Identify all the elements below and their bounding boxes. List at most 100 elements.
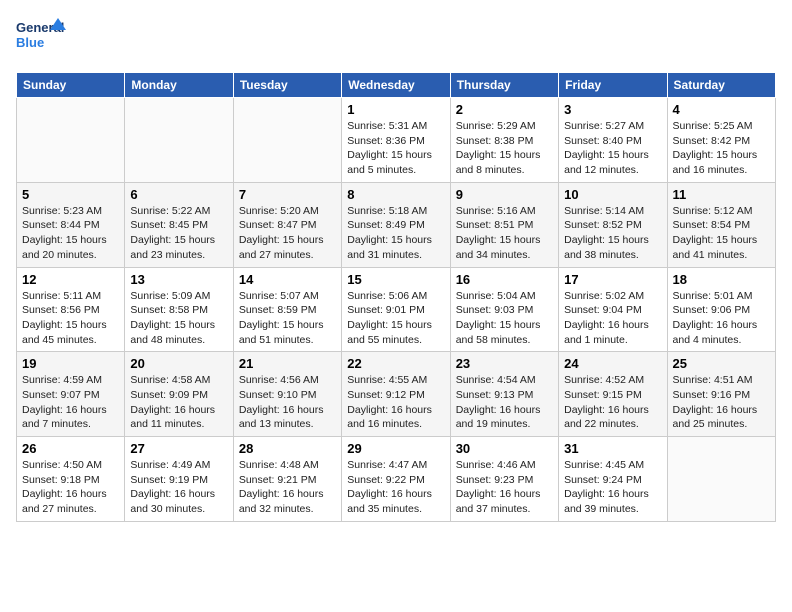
day-number: 11 [673, 187, 770, 202]
calendar-cell: 16 Sunrise: 5:04 AMSunset: 9:03 PMDayligh… [450, 267, 558, 352]
day-number: 1 [347, 102, 444, 117]
day-info: Sunrise: 5:14 AMSunset: 8:52 PMDaylight:… [564, 204, 661, 263]
day-number: 20 [130, 356, 227, 371]
calendar-cell: 23 Sunrise: 4:54 AMSunset: 9:13 PMDayligh… [450, 352, 558, 437]
day-info: Sunrise: 5:06 AMSunset: 9:01 PMDaylight:… [347, 289, 444, 348]
day-info: Sunrise: 5:23 AMSunset: 8:44 PMDaylight:… [22, 204, 119, 263]
calendar-table: SundayMondayTuesdayWednesdayThursdayFrid… [16, 72, 776, 522]
calendar-cell [667, 437, 775, 522]
header-sunday: Sunday [17, 73, 125, 98]
calendar-body: 1 Sunrise: 5:31 AMSunset: 8:36 PMDaylight… [17, 98, 776, 522]
calendar-cell: 17 Sunrise: 5:02 AMSunset: 9:04 PMDayligh… [559, 267, 667, 352]
day-number: 16 [456, 272, 553, 287]
calendar-cell: 8Sunrise: 5:18 AMSunset: 8:49 PMDaylight… [342, 182, 450, 267]
calendar-cell: 7 Sunrise: 5:20 AMSunset: 8:47 PMDaylight… [233, 182, 341, 267]
header-tuesday: Tuesday [233, 73, 341, 98]
day-info: Sunrise: 4:55 AMSunset: 9:12 PMDaylight:… [347, 373, 444, 432]
calendar-cell: 18 Sunrise: 5:01 AMSunset: 9:06 PMDayligh… [667, 267, 775, 352]
logo-svg: General Blue [16, 16, 66, 60]
calendar-cell: 28Sunrise: 4:48 AMSunset: 9:21 PMDayligh… [233, 437, 341, 522]
calendar-cell: 11 Sunrise: 5:12 AMSunset: 8:54 PMDayligh… [667, 182, 775, 267]
calendar-cell: 10 Sunrise: 5:14 AMSunset: 8:52 PMDayligh… [559, 182, 667, 267]
day-info: Sunrise: 4:45 AMSunset: 9:24 PMDaylight:… [564, 458, 661, 517]
day-info: Sunrise: 5:20 AMSunset: 8:47 PMDaylight:… [239, 204, 336, 263]
day-number: 27 [130, 441, 227, 456]
calendar-cell: 9Sunrise: 5:16 AMSunset: 8:51 PMDaylight… [450, 182, 558, 267]
day-number: 19 [22, 356, 119, 371]
day-info: Sunrise: 4:50 AMSunset: 9:18 PMDaylight:… [22, 458, 119, 517]
day-number: 22 [347, 356, 444, 371]
day-number: 4 [673, 102, 770, 117]
day-number: 9 [456, 187, 553, 202]
day-number: 12 [22, 272, 119, 287]
day-info: Sunrise: 4:47 AMSunset: 9:22 PMDaylight:… [347, 458, 444, 517]
header-friday: Friday [559, 73, 667, 98]
day-info: Sunrise: 5:22 AMSunset: 8:45 PMDaylight:… [130, 204, 227, 263]
day-number: 14 [239, 272, 336, 287]
day-number: 15 [347, 272, 444, 287]
day-number: 21 [239, 356, 336, 371]
day-number: 7 [239, 187, 336, 202]
day-info: Sunrise: 5:02 AMSunset: 9:04 PMDaylight:… [564, 289, 661, 348]
header-wednesday: Wednesday [342, 73, 450, 98]
calendar-cell: 27 Sunrise: 4:49 AMSunset: 9:19 PMDayligh… [125, 437, 233, 522]
day-number: 5 [22, 187, 119, 202]
day-info: Sunrise: 4:59 AMSunset: 9:07 PMDaylight:… [22, 373, 119, 432]
day-info: Sunrise: 5:07 AMSunset: 8:59 PMDaylight:… [239, 289, 336, 348]
calendar-cell [125, 98, 233, 183]
day-info: Sunrise: 4:51 AMSunset: 9:16 PMDaylight:… [673, 373, 770, 432]
calendar-cell: 2 Sunrise: 5:29 AMSunset: 8:38 PMDaylight… [450, 98, 558, 183]
day-info: Sunrise: 4:56 AMSunset: 9:10 PMDaylight:… [239, 373, 336, 432]
header-monday: Monday [125, 73, 233, 98]
day-info: Sunrise: 5:31 AMSunset: 8:36 PMDaylight:… [347, 119, 444, 178]
day-number: 30 [456, 441, 553, 456]
header-saturday: Saturday [667, 73, 775, 98]
day-number: 13 [130, 272, 227, 287]
day-number: 18 [673, 272, 770, 287]
day-number: 2 [456, 102, 553, 117]
week-row-5: 26 Sunrise: 4:50 AMSunset: 9:18 PMDayligh… [17, 437, 776, 522]
calendar-cell: 14 Sunrise: 5:07 AMSunset: 8:59 PMDayligh… [233, 267, 341, 352]
day-info: Sunrise: 5:11 AMSunset: 8:56 PMDaylight:… [22, 289, 119, 348]
calendar-cell: 3Sunrise: 5:27 AMSunset: 8:40 PMDaylight… [559, 98, 667, 183]
calendar-cell [17, 98, 125, 183]
week-row-3: 12 Sunrise: 5:11 AMSunset: 8:56 PMDayligh… [17, 267, 776, 352]
day-info: Sunrise: 5:18 AMSunset: 8:49 PMDaylight:… [347, 204, 444, 263]
header-thursday: Thursday [450, 73, 558, 98]
calendar-cell: 19 Sunrise: 4:59 AMSunset: 9:07 PMDayligh… [17, 352, 125, 437]
day-number: 25 [673, 356, 770, 371]
page-header: General Blue [16, 16, 776, 60]
day-info: Sunrise: 4:58 AMSunset: 9:09 PMDaylight:… [130, 373, 227, 432]
day-info: Sunrise: 5:29 AMSunset: 8:38 PMDaylight:… [456, 119, 553, 178]
svg-text:Blue: Blue [16, 35, 44, 50]
day-info: Sunrise: 4:54 AMSunset: 9:13 PMDaylight:… [456, 373, 553, 432]
day-number: 24 [564, 356, 661, 371]
day-info: Sunrise: 5:01 AMSunset: 9:06 PMDaylight:… [673, 289, 770, 348]
day-info: Sunrise: 5:12 AMSunset: 8:54 PMDaylight:… [673, 204, 770, 263]
day-info: Sunrise: 5:09 AMSunset: 8:58 PMDaylight:… [130, 289, 227, 348]
calendar-cell: 15 Sunrise: 5:06 AMSunset: 9:01 PMDayligh… [342, 267, 450, 352]
calendar-cell: 6Sunrise: 5:22 AMSunset: 8:45 PMDaylight… [125, 182, 233, 267]
day-info: Sunrise: 4:52 AMSunset: 9:15 PMDaylight:… [564, 373, 661, 432]
day-number: 17 [564, 272, 661, 287]
day-number: 10 [564, 187, 661, 202]
day-info: Sunrise: 5:25 AMSunset: 8:42 PMDaylight:… [673, 119, 770, 178]
day-number: 23 [456, 356, 553, 371]
calendar-cell: 26 Sunrise: 4:50 AMSunset: 9:18 PMDayligh… [17, 437, 125, 522]
day-number: 3 [564, 102, 661, 117]
day-info: Sunrise: 4:46 AMSunset: 9:23 PMDaylight:… [456, 458, 553, 517]
calendar-cell: 21 Sunrise: 4:56 AMSunset: 9:10 PMDayligh… [233, 352, 341, 437]
calendar-header-row: SundayMondayTuesdayWednesdayThursdayFrid… [17, 73, 776, 98]
calendar-cell: 12 Sunrise: 5:11 AMSunset: 8:56 PMDayligh… [17, 267, 125, 352]
calendar-cell: 20 Sunrise: 4:58 AMSunset: 9:09 PMDayligh… [125, 352, 233, 437]
logo: General Blue [16, 16, 66, 60]
day-number: 29 [347, 441, 444, 456]
calendar-cell: 24 Sunrise: 4:52 AMSunset: 9:15 PMDayligh… [559, 352, 667, 437]
day-info: Sunrise: 4:49 AMSunset: 9:19 PMDaylight:… [130, 458, 227, 517]
day-info: Sunrise: 5:04 AMSunset: 9:03 PMDaylight:… [456, 289, 553, 348]
day-info: Sunrise: 4:48 AMSunset: 9:21 PMDaylight:… [239, 458, 336, 517]
day-number: 31 [564, 441, 661, 456]
day-number: 26 [22, 441, 119, 456]
calendar-cell: 1 Sunrise: 5:31 AMSunset: 8:36 PMDaylight… [342, 98, 450, 183]
calendar-cell: 5 Sunrise: 5:23 AMSunset: 8:44 PMDaylight… [17, 182, 125, 267]
